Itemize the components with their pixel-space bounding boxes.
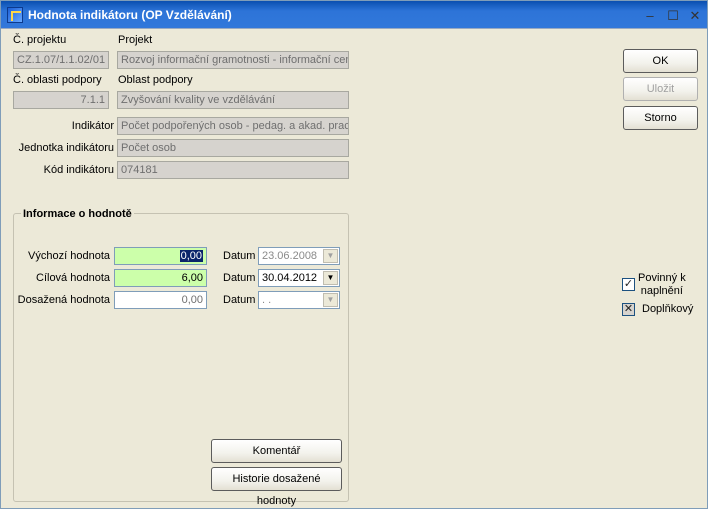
dosazena-datum-value: . . bbox=[262, 294, 272, 306]
app-icon bbox=[7, 7, 23, 23]
title-bar[interactable]: Hodnota indikátoru (OP Vzdělávání) – ☐ ✕ bbox=[1, 1, 707, 29]
vychozi-label: Výchozí hodnota bbox=[28, 250, 110, 262]
maximize-button[interactable]: ☐ bbox=[664, 8, 682, 23]
dosazena-input[interactable]: 0,00 bbox=[114, 291, 207, 309]
cilova-label: Cílová hodnota bbox=[36, 272, 110, 284]
vychozi-value: 0,00 bbox=[179, 250, 203, 262]
indikator-field: Počet podpořených osob - pedag. a akad. … bbox=[117, 117, 349, 135]
komentar-button[interactable]: Komentář bbox=[211, 439, 342, 463]
ok-button[interactable]: OK bbox=[623, 49, 698, 73]
minimize-button[interactable]: – bbox=[641, 8, 659, 23]
group-title: Informace o hodnotě bbox=[21, 208, 134, 220]
cislo-oblasti-field: 7.1.1 bbox=[13, 91, 109, 109]
chevron-down-icon[interactable]: ▼ bbox=[323, 293, 338, 307]
cislo-projektu-field: CZ.1.07/1.1.02/01 bbox=[13, 51, 109, 69]
kod-field: 074181 bbox=[117, 161, 349, 179]
kod-label: Kód indikátoru bbox=[43, 164, 114, 176]
povinny-label: Povinný k naplnění bbox=[638, 272, 686, 298]
cislo-projektu-label: Č. projektu bbox=[13, 34, 67, 46]
povinny-label-line2: naplnění bbox=[640, 285, 683, 297]
vychozi-datum-label: Datum bbox=[223, 250, 256, 262]
cislo-oblasti-label: Č. oblasti podpory bbox=[13, 74, 102, 86]
projekt-label: Projekt bbox=[118, 34, 153, 46]
chevron-down-icon[interactable]: ▼ bbox=[323, 249, 338, 263]
ulozit-button[interactable]: Uložit bbox=[623, 77, 698, 101]
povinny-label-line1: Povinný k bbox=[638, 272, 686, 284]
povinny-checkbox[interactable]: ✓ bbox=[622, 278, 635, 291]
historie-button[interactable]: Historie dosažené hodnoty bbox=[211, 467, 342, 507]
jednotka-field: Počet osob bbox=[117, 139, 349, 157]
cilova-input[interactable]: 6,00 bbox=[114, 269, 207, 287]
dialog-window: Hodnota indikátoru (OP Vzdělávání) – ☐ ✕… bbox=[0, 0, 708, 509]
vychozi-datum-value: 23.06.2008 bbox=[262, 250, 318, 262]
window-title: Hodnota indikátoru (OP Vzdělávání) bbox=[28, 8, 232, 22]
dosazena-datum-label: Datum bbox=[223, 294, 256, 306]
chevron-down-icon[interactable]: ▼ bbox=[323, 271, 338, 285]
jednotka-label: Jednotka indikátoru bbox=[18, 142, 114, 154]
oblast-field: Zvyšování kvality ve vzdělávání bbox=[117, 91, 349, 109]
doplnkovy-label: Doplňkový bbox=[642, 303, 694, 315]
cilova-datum-combo[interactable]: 30.04.2012 ▼ bbox=[258, 269, 340, 287]
indikator-label: Indikátor bbox=[71, 120, 114, 132]
storno-button[interactable]: Storno bbox=[623, 106, 698, 130]
cilova-datum-label: Datum bbox=[223, 272, 256, 284]
dosazena-datum-combo[interactable]: . . ▼ bbox=[258, 291, 340, 309]
cilova-datum-value: 30.04.2012 bbox=[262, 272, 318, 284]
dosazena-label: Dosažená hodnota bbox=[17, 294, 110, 306]
projekt-field: Rozvoj informační gramotnosti - informač… bbox=[117, 51, 349, 69]
close-button[interactable]: ✕ bbox=[686, 8, 704, 23]
doplnkovy-checkbox[interactable]: ✕ bbox=[622, 303, 635, 316]
vychozi-datum-combo[interactable]: 23.06.2008 ▼ bbox=[258, 247, 340, 265]
oblast-label: Oblast podpory bbox=[118, 74, 193, 86]
vychozi-input[interactable]: 0,00 bbox=[114, 247, 207, 265]
